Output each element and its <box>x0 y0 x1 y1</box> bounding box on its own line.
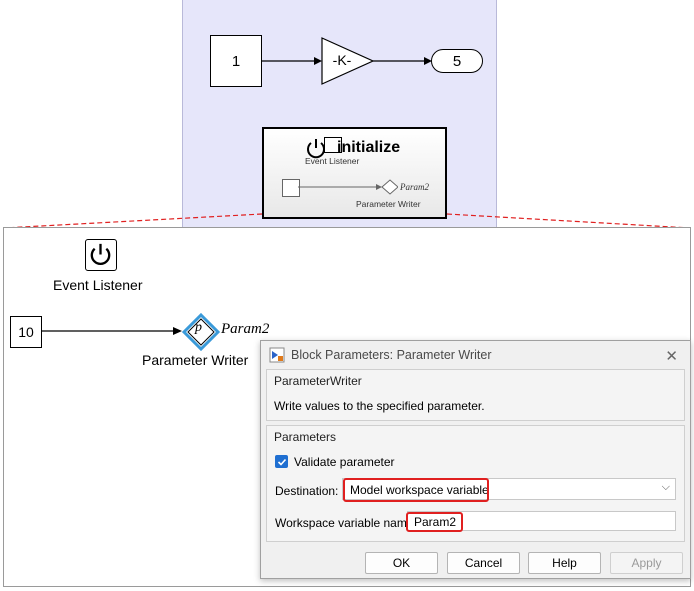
simulink-app-icon <box>269 347 285 363</box>
parameter-writer-label: Parameter Writer <box>142 352 249 368</box>
checkmark-icon <box>277 458 286 466</box>
parameters-group: Parameters Validate parameter Destinatio… <box>266 425 685 542</box>
workspace-var-label: Workspace variable name: <box>275 516 417 530</box>
ok-button[interactable]: OK <box>365 552 438 574</box>
workspace-var-highlight <box>406 512 463 532</box>
help-button[interactable]: Help <box>528 552 601 574</box>
validate-label: Validate parameter <box>294 455 395 469</box>
block-description: Write values to the specified parameter. <box>274 399 485 413</box>
destination-label: Destination: <box>275 484 339 498</box>
cancel-button[interactable]: Cancel <box>447 552 520 574</box>
event-listener-label: Event Listener <box>53 277 143 293</box>
power-icon <box>90 243 111 266</box>
param-symbol: p <box>195 320 202 335</box>
destination-highlight <box>343 478 489 502</box>
close-icon[interactable]: ✕ <box>665 347 678 365</box>
dialog-title-bar[interactable]: Block Parameters: Parameter Writer ✕ <box>261 341 690 369</box>
zoom-connector-lines <box>3 213 691 229</box>
block-description-group: ParameterWriter Write values to the spec… <box>266 369 685 421</box>
validate-checkbox[interactable] <box>275 455 288 468</box>
event-listener-block[interactable] <box>85 239 117 271</box>
param-name-label: Param2 <box>221 321 270 337</box>
constant-value: 10 <box>18 324 34 340</box>
dialog-title: Block Parameters: Parameter Writer <box>291 348 492 362</box>
block-type-label: ParameterWriter <box>274 374 362 388</box>
apply-button[interactable]: Apply <box>610 552 683 574</box>
chevron-down-icon: ⌵ <box>661 481 670 493</box>
constant-block-10[interactable]: 10 <box>10 316 42 348</box>
block-parameters-dialog[interactable]: Block Parameters: Parameter Writer ✕ Par… <box>260 340 691 579</box>
parameters-group-title: Parameters <box>274 430 337 444</box>
